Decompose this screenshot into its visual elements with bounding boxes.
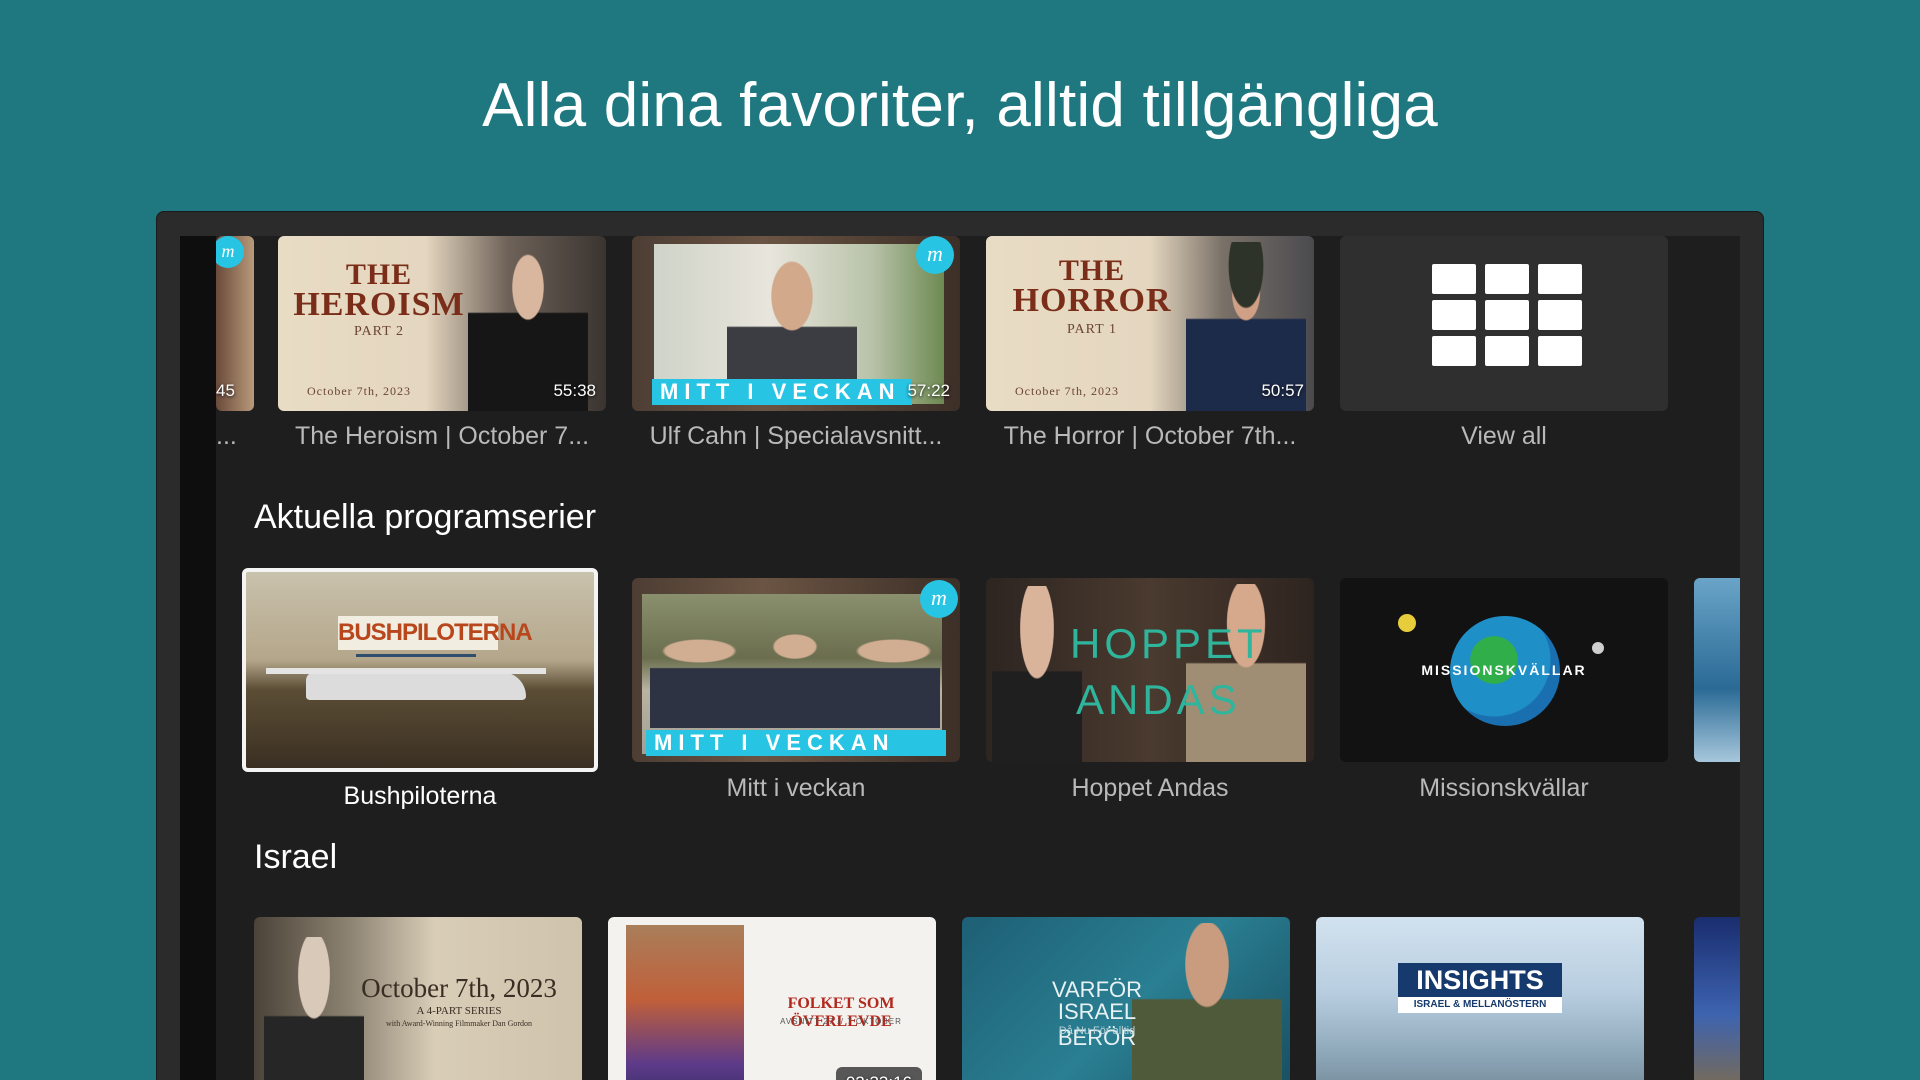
video-caption: ... [216,422,237,450]
section-title-series: Aktuella programserier [254,498,597,536]
airplane-wing [266,668,546,674]
series-card-missionskvallar[interactable]: MISSIONSKVÄLLAR [1340,578,1668,762]
video-duration: 50:57 [1261,381,1304,400]
video-duration: 57:22 [907,381,950,400]
thumb-sub2: with Award-Winning Filmmaker Dan Gordon [385,1019,533,1028]
grid-icon [1432,264,1582,370]
star-dot [1592,642,1604,654]
thumb-part: PART 2 [354,324,404,339]
airplane-image [306,672,526,700]
thumb-title: INSIGHTS [1398,963,1562,997]
video-duration: 45 [216,381,235,400]
series-caption: Missionskvällar [1419,774,1589,802]
tv-frame: m 45 ... THE HEROISM PART 2 October 7th,… [156,211,1764,1080]
series-card-bushpiloterna[interactable]: BUSHPILOTERNA [242,568,598,772]
video-duration: 02:33:16 [835,1067,922,1080]
section-title-israel: Israel [254,838,338,876]
video-card-partial[interactable]: m 45 [216,236,254,411]
video-card-horror[interactable]: THE HORROR PART 1 October 7th, 2023 50:5… [986,236,1314,411]
series-card-hoppet-andas[interactable]: HOPPET ANDAS [986,578,1314,762]
thumb-title: October 7th, 2023 [361,973,557,1003]
stripe-decoration [356,654,476,657]
thumb-title: MISSIONSKVÄLLAR [1421,662,1587,678]
series-caption: Bushpiloterna [343,782,497,810]
israel-card-october-7th[interactable]: October 7th, 2023 A 4-PART SERIES with A… [254,917,582,1080]
series-card-partial[interactable] [1694,578,1740,762]
video-caption: The Horror | October 7th... [1003,422,1297,450]
thumb-date: October 7th, 2023 [307,384,411,398]
series-caption: Hoppet Andas [1071,774,1229,802]
thumb-title-banner: BUSHPILOTERNA [338,616,533,650]
people-image [650,618,940,728]
channel-logo-icon: m [920,580,958,618]
israel-card-folket[interactable]: FOLKET SOM ÖVERLEVDE AVSNITT 27 // 7 OKT… [608,917,936,1080]
thumb-date: October 7th, 2023 [1015,384,1119,398]
video-duration: 55:38 [553,381,596,400]
video-card-ulf-cahn[interactable]: MITT I VECKAN m 57:22 [632,236,960,411]
tv-screen: m 45 ... THE HEROISM PART 2 October 7th,… [180,236,1740,1080]
poster-image [626,925,744,1080]
channel-logo-icon: m [216,236,244,268]
thumb-part: PART 1 [1067,322,1117,337]
video-caption: The Heroism | October 7... [294,422,590,450]
thumb-title-line2: HEROISM [293,286,465,323]
person-image-left [992,586,1082,762]
israel-card-partial[interactable] [1694,917,1740,1080]
moon-icon [1398,614,1416,632]
thumb-sub: AVSNITT 27 // 7 OKTOBER [780,1017,902,1026]
series-caption: Mitt i veckan [726,774,866,802]
video-caption: Ulf Cahn | Specialavsnitt... [649,422,943,450]
thumb-sub: Då Nu För alltid [1058,1025,1136,1037]
view-all-card[interactable] [1340,236,1668,411]
series-banner: MITT I VECKAN [646,730,946,756]
series-card-mitt-i-veckan[interactable]: MITT I VECKAN m [632,578,960,762]
thumb-title-line1: HOPPET [1070,620,1267,667]
view-all-label: View all [1461,422,1547,450]
thumb-sub: ISRAEL & MELLANÖSTERN [1398,997,1562,1013]
video-card-heroism[interactable]: THE HEROISM PART 2 October 7th, 2023 55:… [278,236,606,411]
series-banner: MITT I VECKAN [652,379,912,405]
thumb-title-line2: ANDAS [1076,676,1241,723]
thumb-title-line2: HORROR [1012,282,1172,319]
left-rail [180,236,216,1080]
israel-card-varfor[interactable]: VARFÖR ISRAEL BERÖR Då Nu För alltid [962,917,1290,1080]
person-image-right [1186,584,1306,762]
thumb-sub: A 4-PART SERIES [416,1005,502,1017]
channel-logo-icon: m [916,236,954,274]
israel-card-insights[interactable]: INSIGHTS ISRAEL & MELLANÖSTERN [1316,917,1644,1080]
headline: Alla dina favoriter, alltid tillgängliga [482,71,1438,140]
